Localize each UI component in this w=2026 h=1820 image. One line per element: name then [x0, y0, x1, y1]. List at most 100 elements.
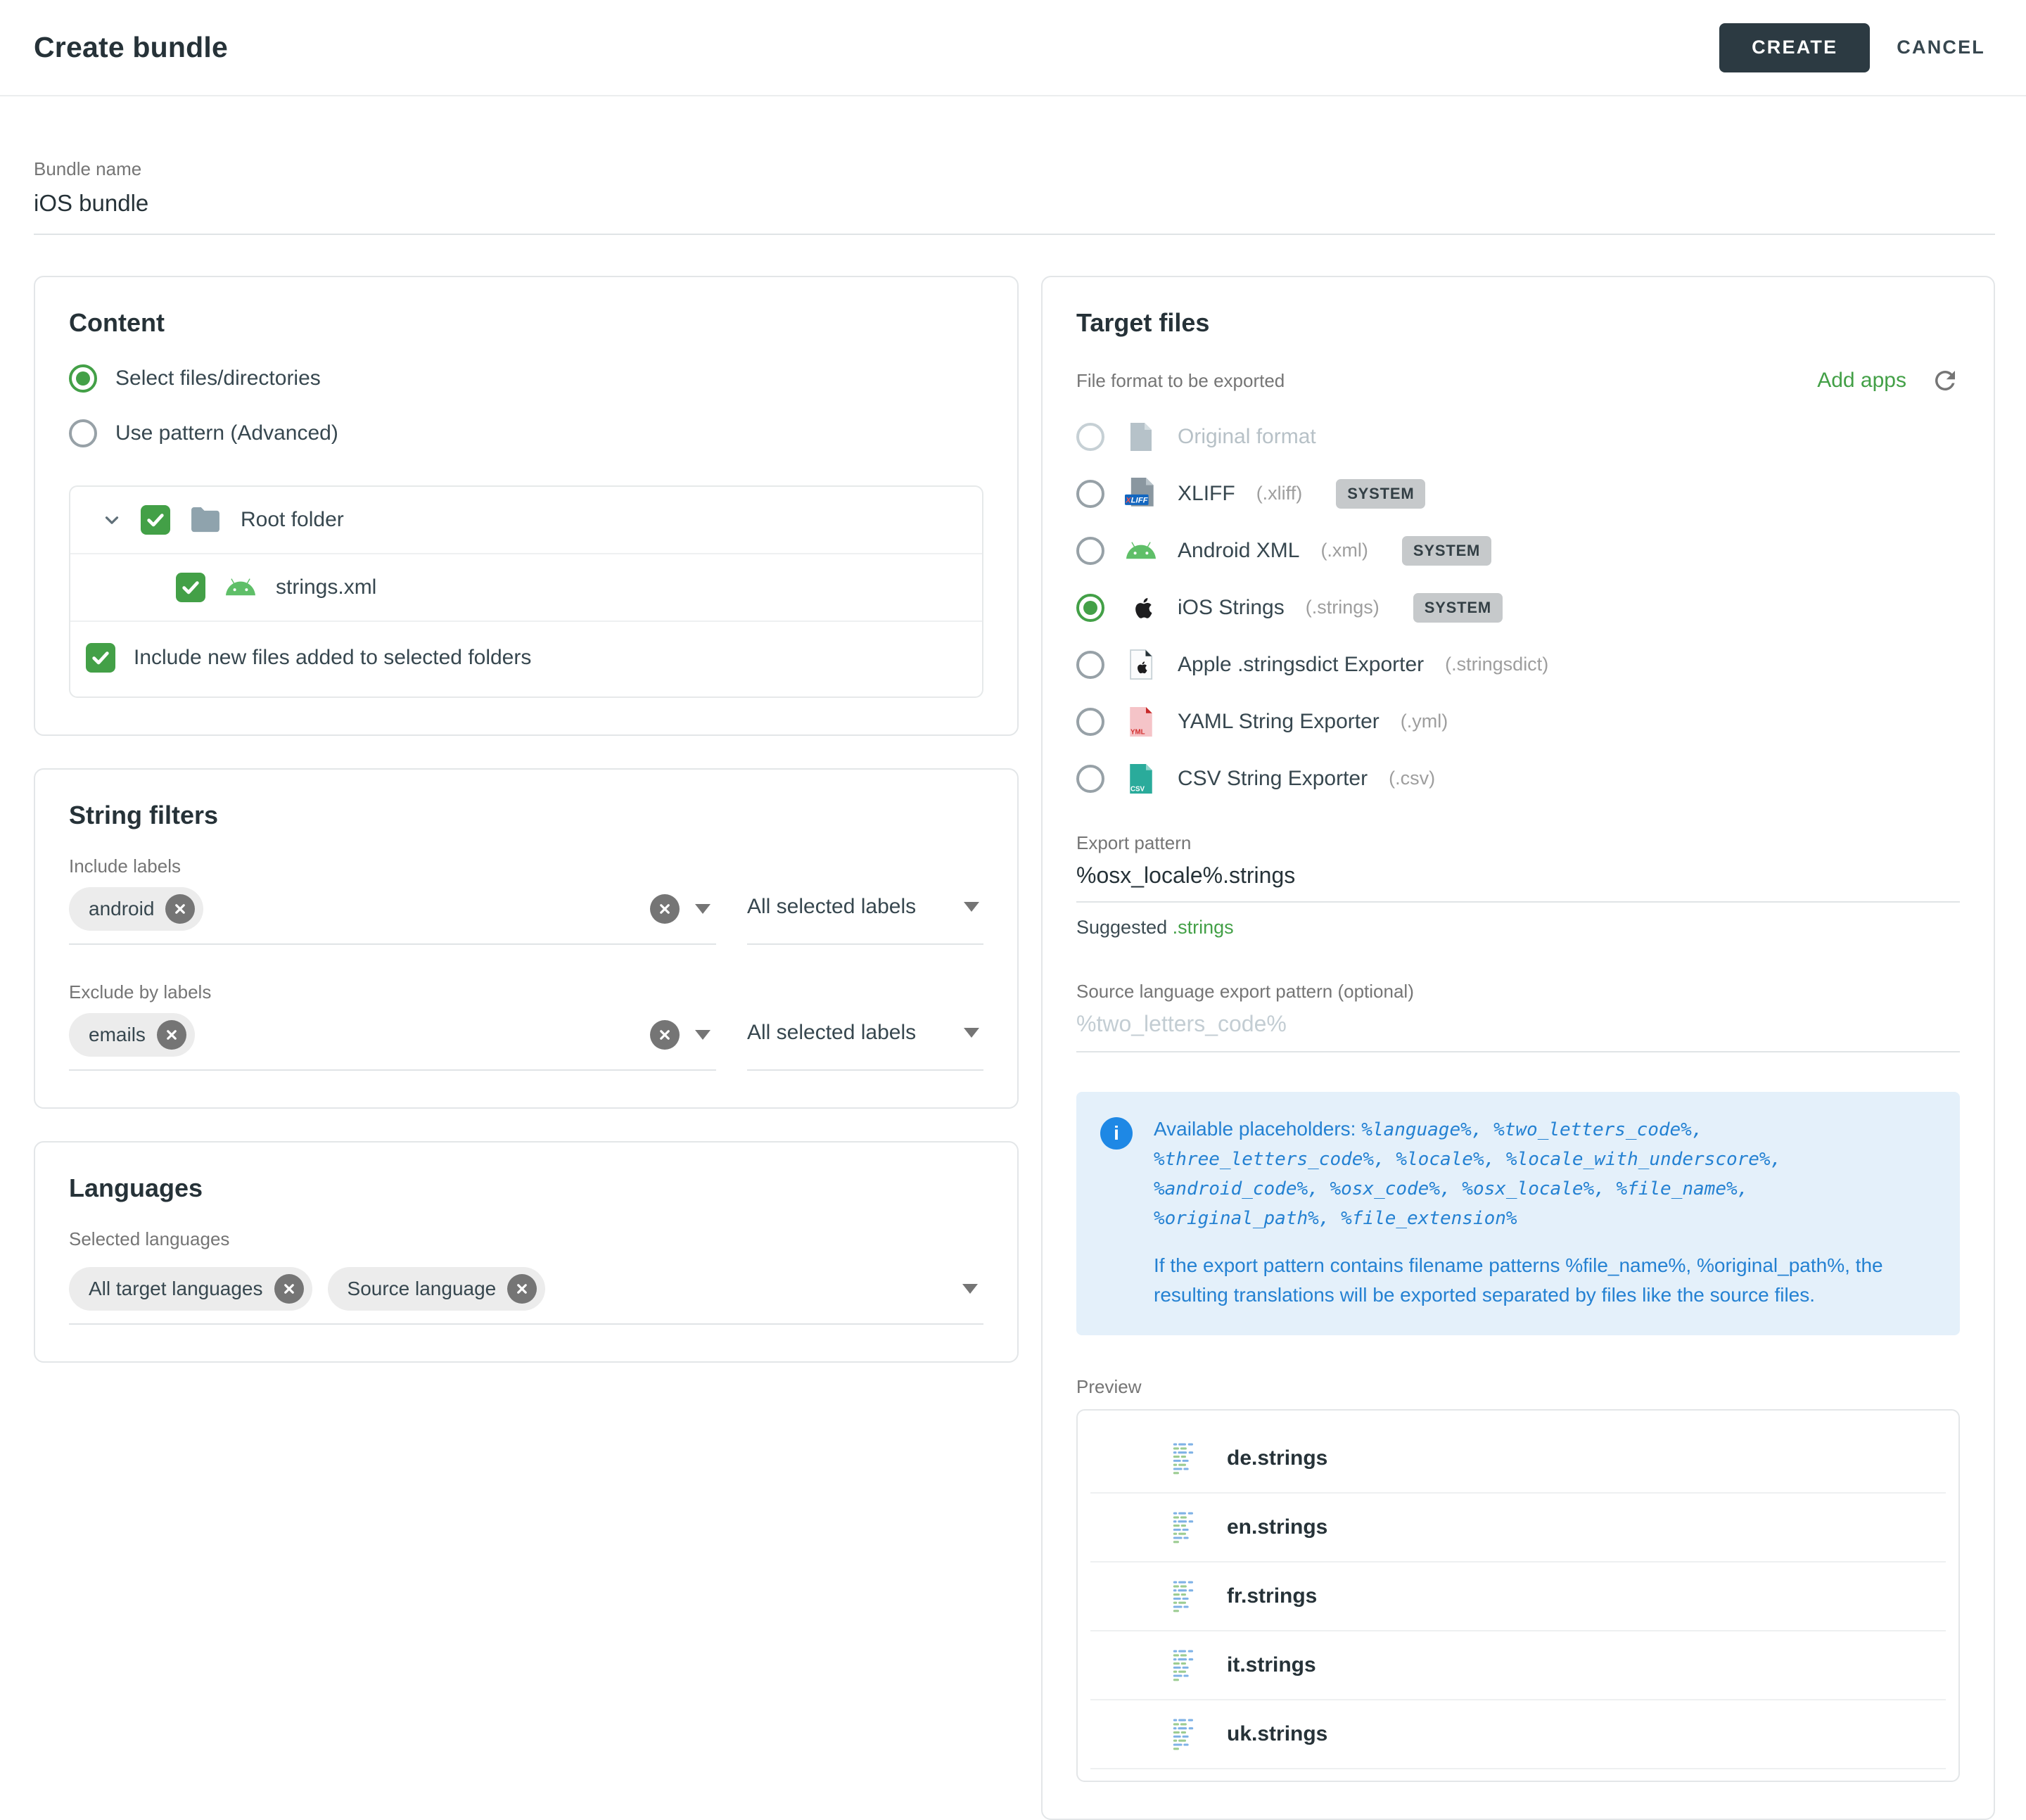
format-name: XLIFF	[1178, 482, 1235, 506]
preview-row: uk.strings	[1090, 1700, 1946, 1769]
format-radio-csv[interactable]	[1076, 765, 1104, 793]
chip-all-target-languages-remove-icon[interactable]	[274, 1274, 304, 1304]
radio-use-pattern-label: Use pattern (Advanced)	[115, 421, 338, 445]
strings-file-icon	[1169, 1717, 1203, 1751]
placeholders-line: Available placeholders: %language%, %two…	[1154, 1114, 1932, 1233]
format-name: CSV String Exporter	[1178, 767, 1368, 791]
tree-row-root[interactable]: Root folder	[70, 487, 982, 553]
format-radio-ios-strings[interactable]	[1076, 594, 1104, 622]
chip-android-remove-icon[interactable]	[165, 894, 195, 924]
strings-xml-label: strings.xml	[276, 575, 376, 599]
chip-all-target-languages-label: All target languages	[89, 1278, 263, 1300]
format-row-ios-strings[interactable]: iOS Strings (.strings) SYSTEM	[1076, 579, 1960, 636]
include-labels-field[interactable]: android	[69, 877, 716, 945]
source-pattern-label: Source language export pattern (optional…	[1076, 981, 1960, 1003]
folder-icon	[189, 507, 222, 533]
radio-icon-unselected[interactable]	[69, 419, 97, 447]
format-row-yaml[interactable]: YAML String Exporter (.yml)	[1076, 693, 1960, 750]
format-name: Original format	[1178, 425, 1316, 449]
suggested-value[interactable]: .strings	[1173, 917, 1234, 938]
suggested-row: Suggested .strings	[1076, 917, 1960, 938]
strings-xml-checkbox[interactable]	[176, 573, 205, 602]
include-mode-select[interactable]: All selected labels	[747, 877, 983, 945]
exclude-caret-icon[interactable]	[695, 1030, 711, 1040]
include-caret-icon[interactable]	[695, 904, 711, 914]
chip-all-target-languages: All target languages	[69, 1267, 312, 1311]
content-card: Content Select files/directories Use pat…	[34, 276, 1019, 736]
format-ext: (.stringsdict)	[1445, 654, 1548, 675]
preview-row: de.strings	[1090, 1425, 1946, 1494]
format-name: iOS Strings	[1178, 596, 1285, 620]
system-badge: SYSTEM	[1402, 536, 1491, 566]
radio-use-pattern[interactable]: Use pattern (Advanced)	[69, 419, 983, 447]
format-radio-stringsdict[interactable]	[1076, 651, 1104, 679]
format-radio-yaml[interactable]	[1076, 708, 1104, 736]
exclude-labels-group: Exclude by labels emails	[69, 981, 983, 1071]
radio-select-files[interactable]: Select files/directories	[69, 364, 983, 393]
chip-emails-remove-icon[interactable]	[157, 1020, 186, 1050]
include-clear-icon[interactable]	[650, 894, 680, 924]
include-new-files-row[interactable]: Include new files added to selected fold…	[70, 622, 982, 696]
exclude-clear-icon[interactable]	[650, 1020, 680, 1050]
file-format-label: File format to be exported	[1076, 370, 1285, 392]
chip-emails-label: emails	[89, 1024, 146, 1046]
format-radio-android-xml[interactable]	[1076, 537, 1104, 565]
bundle-name-input[interactable]	[34, 180, 1995, 235]
exclude-mode-caret-icon[interactable]	[964, 1028, 979, 1038]
preview-label: Preview	[1076, 1376, 1960, 1398]
preview-row: fr.strings	[1090, 1563, 1946, 1631]
selected-languages-field[interactable]: All target languages Source language	[69, 1257, 983, 1325]
strings-file-icon	[1169, 1579, 1203, 1613]
format-radio-xliff[interactable]	[1076, 480, 1104, 508]
root-folder-checkbox[interactable]	[141, 505, 170, 535]
format-row-android-xml[interactable]: Android XML (.xml) SYSTEM	[1076, 522, 1960, 579]
source-pattern-group: Source language export pattern (optional…	[1076, 981, 1960, 1052]
format-row-original[interactable]: Original format	[1076, 408, 1960, 465]
preview-row: en.strings	[1090, 1494, 1946, 1563]
page-title: Create bundle	[34, 31, 228, 64]
content-title: Content	[69, 308, 983, 338]
main-content: Bundle name Content Select files/directo…	[0, 96, 2026, 1820]
include-new-files-checkbox[interactable]	[86, 643, 115, 673]
format-row-csv[interactable]: CSV String Exporter (.csv)	[1076, 750, 1960, 807]
system-badge: SYSTEM	[1413, 593, 1503, 623]
preview-row: it.strings	[1090, 1631, 1946, 1700]
placeholders-info-box: i Available placeholders: %language%, %t…	[1076, 1092, 1960, 1335]
refresh-icon[interactable]	[1930, 366, 1960, 395]
placeholders-intro: Available placeholders:	[1154, 1118, 1361, 1140]
format-ext: (.yml)	[1401, 711, 1448, 732]
target-files-card: Target files File format to be exported …	[1041, 276, 1995, 1820]
chip-emails: emails	[69, 1013, 195, 1057]
target-files-title: Target files	[1076, 308, 1960, 338]
selected-languages-group: Selected languages All target languages …	[69, 1228, 983, 1325]
csv-file-icon	[1124, 763, 1158, 795]
export-pattern-input[interactable]	[1076, 854, 1960, 903]
chip-source-language-label: Source language	[348, 1278, 497, 1300]
format-row-xliff[interactable]: XLIFF (.xliff) SYSTEM	[1076, 465, 1960, 522]
android-icon	[1124, 540, 1158, 562]
radio-icon-selected[interactable]	[69, 364, 97, 393]
yaml-file-icon	[1124, 706, 1158, 738]
chip-android-label: android	[89, 898, 154, 920]
include-mode-caret-icon[interactable]	[964, 902, 979, 912]
preview-filename: it.strings	[1227, 1653, 1316, 1677]
exclude-mode-select[interactable]: All selected labels	[747, 1003, 983, 1071]
preview-filename: de.strings	[1227, 1446, 1327, 1470]
exclude-labels-field[interactable]: emails	[69, 1003, 716, 1071]
chip-android: android	[69, 887, 203, 931]
languages-caret-icon[interactable]	[962, 1284, 978, 1294]
source-pattern-input[interactable]	[1076, 1003, 1960, 1052]
create-button[interactable]: CREATE	[1719, 23, 1870, 72]
export-pattern-group: Export pattern Suggested .strings	[1076, 832, 1960, 938]
format-ext: (.xliff)	[1256, 483, 1303, 504]
format-name: Apple .stringsdict Exporter	[1178, 653, 1424, 677]
format-radio-original[interactable]	[1076, 423, 1104, 451]
format-row-stringsdict[interactable]: Apple .stringsdict Exporter (.stringsdic…	[1076, 636, 1960, 693]
chevron-down-icon[interactable]	[101, 509, 122, 530]
cancel-button[interactable]: CANCEL	[1890, 23, 1992, 72]
strings-file-icon	[1169, 1442, 1203, 1475]
add-apps-link[interactable]: Add apps	[1817, 369, 1906, 393]
chip-source-language-remove-icon[interactable]	[507, 1274, 537, 1304]
tree-row-file[interactable]: strings.xml	[70, 553, 982, 622]
preview-filename: fr.strings	[1227, 1584, 1317, 1608]
